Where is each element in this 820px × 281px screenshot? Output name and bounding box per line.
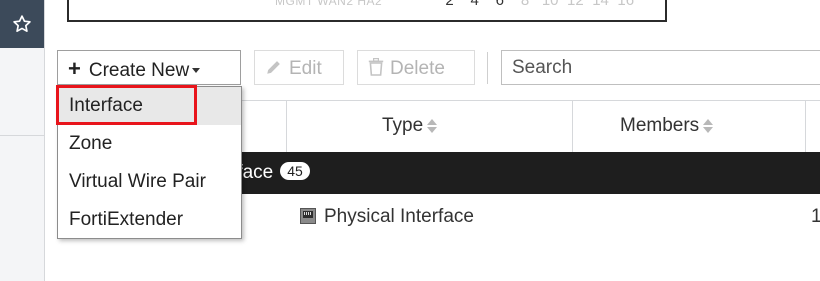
network-port-icon	[300, 208, 316, 224]
port-number: 4	[470, 0, 479, 9]
caret-down-icon	[192, 68, 201, 74]
menu-item-virtual-wire-pair[interactable]: Virtual Wire Pair	[58, 163, 241, 201]
port-number: 14	[592, 0, 609, 9]
type-cell: Physical Interface	[300, 206, 474, 228]
port-number: 12	[567, 0, 584, 9]
sidebar-divider	[0, 135, 44, 136]
port-numbers: 2 4 6 8 10 12 14 16	[439, 0, 636, 9]
port-number: 10	[541, 0, 559, 9]
pencil-icon	[267, 61, 280, 74]
create-new-button[interactable]: + Create New	[57, 50, 241, 85]
menu-item-zone[interactable]: Zone	[58, 125, 241, 163]
delete-button[interactable]: Delete	[357, 50, 475, 85]
count-badge: 45	[280, 162, 310, 180]
type-value: Physical Interface	[324, 206, 474, 227]
group-label: rface 45	[231, 152, 310, 194]
port-number: 2	[445, 0, 454, 9]
menu-item-fortiextender[interactable]: FortiExtender	[58, 201, 241, 239]
column-header-type[interactable]: Type	[382, 100, 438, 151]
edit-label: Edit	[289, 58, 322, 79]
port-number: 8	[520, 0, 530, 9]
column-header-label: Type	[382, 115, 424, 136]
sort-icon	[703, 118, 714, 134]
delete-label: Delete	[390, 58, 445, 79]
column-header-label: Members	[620, 115, 700, 136]
port-mgmt-label: MGMT WAN2 HA2	[275, 0, 383, 8]
port-diagram: MGMT WAN2 HA2 2 4 6 8 10 12 14 16	[67, 0, 667, 22]
column-header-members[interactable]: Members	[620, 100, 714, 151]
plus-icon: +	[68, 56, 81, 81]
cell-value: 1	[811, 206, 820, 227]
search-input[interactable]	[501, 50, 820, 85]
favorites-button[interactable]	[0, 0, 44, 48]
toolbar-divider	[487, 52, 488, 84]
create-new-label: Create New	[88, 60, 190, 81]
sort-icon	[427, 118, 438, 134]
star-icon	[13, 15, 31, 32]
port-number: 16	[617, 0, 635, 9]
highlight-annotation	[56, 85, 197, 125]
trash-icon	[368, 58, 384, 76]
port-number: 6	[495, 0, 505, 9]
edit-button[interactable]: Edit	[254, 50, 344, 85]
